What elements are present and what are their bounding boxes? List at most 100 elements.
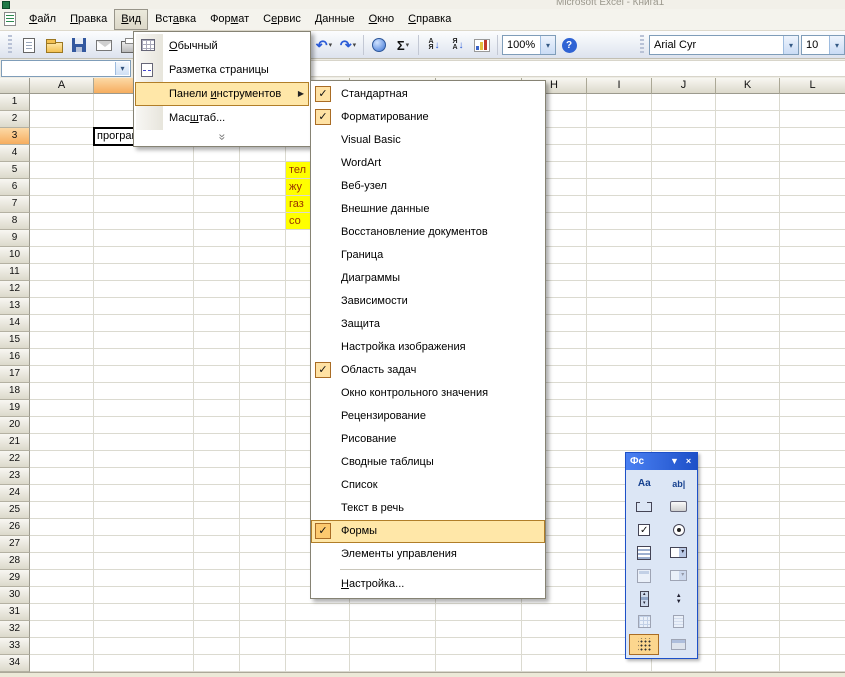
cell-I18[interactable]: [587, 383, 652, 400]
cell-K22[interactable]: [716, 451, 780, 468]
cell-C33[interactable]: [194, 638, 240, 655]
row-header-13[interactable]: 13: [0, 298, 30, 315]
formatting-toolbar-grip[interactable]: [640, 35, 644, 55]
row-header-28[interactable]: 28: [0, 553, 30, 570]
cell-A12[interactable]: [30, 281, 94, 298]
cell-D22[interactable]: [240, 451, 286, 468]
cell-I1[interactable]: [587, 94, 652, 111]
cell-L8[interactable]: [780, 213, 845, 230]
cell-F33[interactable]: [350, 638, 436, 655]
name-box[interactable]: ▾: [1, 60, 131, 77]
cell-L14[interactable]: [780, 315, 845, 332]
cell-I3[interactable]: [587, 128, 652, 145]
toolbars-submenu-item-1[interactable]: ✓ Форматирование: [311, 106, 545, 129]
cell-B33[interactable]: [94, 638, 194, 655]
dropdown-arrow-icon[interactable]: ▾: [406, 41, 410, 49]
toolbars-submenu-item-11[interactable]: Настройка изображения: [311, 336, 545, 359]
cell-J7[interactable]: [652, 196, 716, 213]
cell-A17[interactable]: [30, 366, 94, 383]
cell-K14[interactable]: [716, 315, 780, 332]
cell-I20[interactable]: [587, 417, 652, 434]
cell-K10[interactable]: [716, 247, 780, 264]
cell-I7[interactable]: [587, 196, 652, 213]
cell-D27[interactable]: [240, 536, 286, 553]
row-header-14[interactable]: 14: [0, 315, 30, 332]
menu-item-4[interactable]: Формат: [203, 9, 256, 30]
cell-D25[interactable]: [240, 502, 286, 519]
option-button-button[interactable]: [664, 519, 694, 540]
cell-B31[interactable]: [94, 604, 194, 621]
cell-B26[interactable]: [94, 519, 194, 536]
row-header-20[interactable]: 20: [0, 417, 30, 434]
cell-L2[interactable]: [780, 111, 845, 128]
close-icon[interactable]: ×: [682, 455, 695, 468]
row-header-31[interactable]: 31: [0, 604, 30, 621]
menu-item-0[interactable]: Файл: [22, 9, 63, 30]
cell-A11[interactable]: [30, 264, 94, 281]
cell-A9[interactable]: [30, 230, 94, 247]
cell-B10[interactable]: [94, 247, 194, 264]
toolbars-submenu-item-17[interactable]: Список: [311, 474, 545, 497]
cell-C9[interactable]: [194, 230, 240, 247]
cell-C4[interactable]: [194, 145, 240, 162]
cell-D18[interactable]: [240, 383, 286, 400]
cell-K21[interactable]: [716, 434, 780, 451]
cell-K34[interactable]: [716, 655, 780, 672]
list-box-button[interactable]: [629, 542, 659, 563]
cell-K2[interactable]: [716, 111, 780, 128]
cell-A25[interactable]: [30, 502, 94, 519]
cell-A3[interactable]: [30, 128, 94, 145]
cell-J4[interactable]: [652, 145, 716, 162]
cell-L21[interactable]: [780, 434, 845, 451]
save-button[interactable]: [68, 34, 90, 56]
cell-L22[interactable]: [780, 451, 845, 468]
cell-K24[interactable]: [716, 485, 780, 502]
cell-K11[interactable]: [716, 264, 780, 281]
cell-B22[interactable]: [94, 451, 194, 468]
cell-D32[interactable]: [240, 621, 286, 638]
menu-item-2[interactable]: Вид: [114, 9, 149, 30]
cell-L27[interactable]: [780, 536, 845, 553]
cell-F34[interactable]: [350, 655, 436, 672]
cell-A10[interactable]: [30, 247, 94, 264]
combo-box-button[interactable]: ▾: [664, 542, 694, 563]
cell-D26[interactable]: [240, 519, 286, 536]
cell-C32[interactable]: [194, 621, 240, 638]
cell-J21[interactable]: [652, 434, 716, 451]
cell-K23[interactable]: [716, 468, 780, 485]
cell-B20[interactable]: [94, 417, 194, 434]
cell-C23[interactable]: [194, 468, 240, 485]
toolbars-submenu-item-19[interactable]: ✓ Формы: [311, 520, 545, 543]
cell-C24[interactable]: [194, 485, 240, 502]
cell-L29[interactable]: [780, 570, 845, 587]
row-header-19[interactable]: 19: [0, 400, 30, 417]
cell-B21[interactable]: [94, 434, 194, 451]
cell-K16[interactable]: [716, 349, 780, 366]
cell-J11[interactable]: [652, 264, 716, 281]
cell-C29[interactable]: [194, 570, 240, 587]
row-header-10[interactable]: 10: [0, 247, 30, 264]
menu-item-8[interactable]: Справка: [401, 9, 458, 30]
cell-K6[interactable]: [716, 179, 780, 196]
row-header-34[interactable]: 34: [0, 655, 30, 672]
cell-J10[interactable]: [652, 247, 716, 264]
cell-C26[interactable]: [194, 519, 240, 536]
cell-K12[interactable]: [716, 281, 780, 298]
cell-B13[interactable]: [94, 298, 194, 315]
cell-L6[interactable]: [780, 179, 845, 196]
cell-A1[interactable]: [30, 94, 94, 111]
cell-A4[interactable]: [30, 145, 94, 162]
toolbars-submenu-item-13[interactable]: Окно контрольного значения: [311, 382, 545, 405]
cell-L18[interactable]: [780, 383, 845, 400]
cell-L5[interactable]: [780, 162, 845, 179]
cell-L13[interactable]: [780, 298, 845, 315]
cell-L15[interactable]: [780, 332, 845, 349]
cell-C14[interactable]: [194, 315, 240, 332]
cell-A7[interactable]: [30, 196, 94, 213]
cell-B9[interactable]: [94, 230, 194, 247]
toolbars-submenu-item-10[interactable]: Защита: [311, 313, 545, 336]
cell-B34[interactable]: [94, 655, 194, 672]
cell-A6[interactable]: [30, 179, 94, 196]
label-button[interactable]: Aa: [629, 473, 659, 494]
view-menu-item-3[interactable]: Масштаб...: [135, 106, 309, 130]
